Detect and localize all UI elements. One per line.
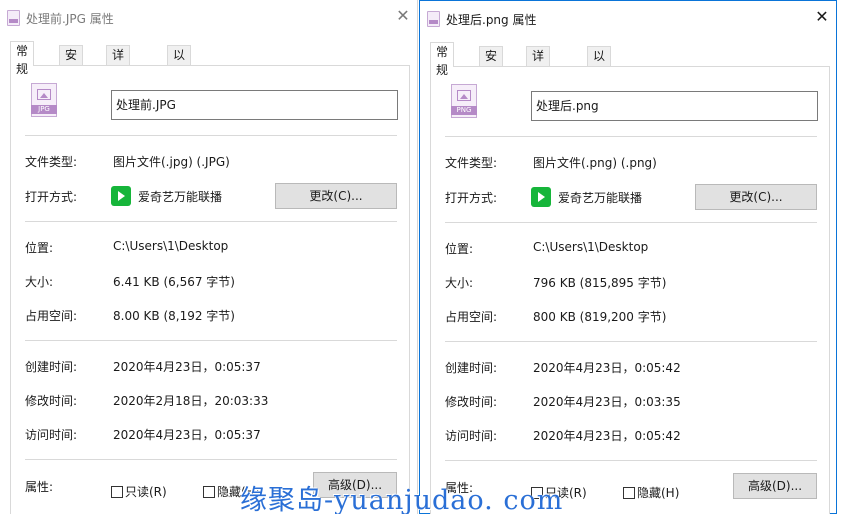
title-bar[interactable]: 处理前.JPG 属性 ✕	[0, 0, 417, 34]
file-type-value: 图片文件(.jpg) (.JPG)	[113, 155, 230, 169]
properties-dialog-before: 处理前.JPG 属性 ✕ 常规 安全 详细信息 以前的版本 JPG 处理前.JP…	[0, 0, 418, 514]
opens-with-value: 爱奇艺万能联播	[558, 191, 643, 205]
opens-with-value: 爱奇艺万能联播	[138, 190, 223, 204]
iqiyi-player-icon	[531, 187, 551, 207]
tab-general[interactable]: 常规	[430, 42, 455, 77]
size-on-disk-label: 占用空间:	[25, 309, 78, 323]
jpg-file-icon	[7, 10, 20, 26]
close-icon[interactable]: ✕	[814, 8, 830, 26]
file-extension-badge: JPG	[31, 105, 57, 114]
modified-label: 修改时间:	[25, 394, 78, 408]
modified-value: 2020年2月18日，20:03:33	[113, 394, 269, 408]
png-file-icon	[427, 11, 440, 27]
divider	[445, 222, 817, 223]
window-title: 处理后.png 属性	[446, 13, 537, 27]
divider	[445, 460, 817, 461]
modified-value: 2020年4月23日，0:03:35	[533, 395, 681, 409]
jpg-file-icon: JPG	[31, 83, 57, 117]
tab-details[interactable]: 详细信息	[106, 45, 131, 116]
divider	[25, 135, 397, 136]
accessed-value: 2020年4月23日，0:05:42	[533, 429, 681, 443]
file-type-label: 文件类型:	[25, 155, 78, 169]
size-on-disk-value: 8.00 KB (8,192 字节)	[113, 309, 235, 323]
size-on-disk-value: 800 KB (819,200 字节)	[533, 310, 667, 324]
change-button[interactable]: 更改(C)...	[275, 183, 397, 209]
window-title: 处理前.JPG 属性	[26, 12, 114, 26]
tab-previous-versions[interactable]: 以前的版本	[587, 46, 612, 135]
tab-details[interactable]: 详细信息	[526, 46, 551, 117]
modified-label: 修改时间:	[445, 395, 498, 409]
location-value: C:\Users\1\Desktop	[113, 239, 229, 253]
hidden-label: 隐藏(H)	[637, 486, 680, 500]
created-value: 2020年4月23日，0:05:37	[113, 360, 261, 374]
tab-general[interactable]: 常规	[10, 41, 35, 76]
readonly-label: 只读(R)	[125, 485, 167, 499]
change-button[interactable]: 更改(C)...	[695, 184, 817, 210]
file-type-value: 图片文件(.png) (.png)	[533, 156, 657, 170]
general-panel: PNG 处理后.png 文件类型: 图片文件(.png) (.png) 打开方式…	[430, 66, 830, 514]
close-icon[interactable]: ✕	[395, 7, 411, 25]
picture-icon	[457, 90, 471, 101]
picture-icon	[37, 89, 51, 100]
readonly-checkbox[interactable]: 只读(R)	[111, 483, 167, 500]
file-name-input[interactable]: 处理前.JPG	[111, 90, 398, 120]
accessed-value: 2020年4月23日，0:05:37	[113, 428, 261, 442]
opens-with-label: 打开方式:	[445, 191, 498, 205]
divider	[25, 459, 397, 460]
general-panel: JPG 处理前.JPG 文件类型: 图片文件(.jpg) (.JPG) 打开方式…	[10, 65, 410, 514]
divider	[445, 341, 817, 342]
tab-previous-versions[interactable]: 以前的版本	[167, 45, 192, 134]
size-value: 6.41 KB (6,567 字节)	[113, 275, 235, 289]
location-label: 位置:	[25, 241, 54, 255]
checkbox-box[interactable]	[111, 486, 123, 498]
tab-security[interactable]: 安全	[479, 46, 504, 81]
accessed-label: 访问时间:	[25, 428, 78, 442]
watermark-text: 缘聚岛-yuanjudao. com	[240, 485, 564, 514]
created-value: 2020年4月23日，0:05:42	[533, 361, 681, 375]
divider	[445, 136, 817, 137]
opens-with-label: 打开方式:	[25, 190, 78, 204]
location-label: 位置:	[445, 242, 474, 256]
created-label: 创建时间:	[445, 361, 498, 375]
file-name-input[interactable]: 处理后.png	[531, 91, 818, 121]
size-label: 大小:	[25, 275, 54, 289]
file-type-label: 文件类型:	[445, 156, 498, 170]
divider	[25, 340, 397, 341]
tab-security[interactable]: 安全	[59, 45, 84, 80]
size-on-disk-label: 占用空间:	[445, 310, 498, 324]
accessed-label: 访问时间:	[445, 429, 498, 443]
divider	[25, 221, 397, 222]
created-label: 创建时间:	[25, 360, 78, 374]
checkbox-box[interactable]	[623, 487, 635, 499]
title-bar[interactable]: 处理后.png 属性 ✕	[420, 1, 836, 35]
png-file-icon: PNG	[451, 84, 477, 118]
file-extension-badge: PNG	[451, 106, 477, 115]
advanced-button[interactable]: 高级(D)...	[733, 473, 817, 499]
size-label: 大小:	[445, 276, 474, 290]
checkbox-box[interactable]	[203, 486, 215, 498]
attributes-label: 属性:	[25, 480, 54, 494]
iqiyi-player-icon	[111, 186, 131, 206]
properties-dialog-after: 处理后.png 属性 ✕ 常规 安全 详细信息 以前的版本 PNG 处理后.pn…	[419, 0, 837, 514]
size-value: 796 KB (815,895 字节)	[533, 276, 667, 290]
hidden-checkbox[interactable]: 隐藏(H)	[623, 484, 679, 501]
location-value: C:\Users\1\Desktop	[533, 240, 649, 254]
